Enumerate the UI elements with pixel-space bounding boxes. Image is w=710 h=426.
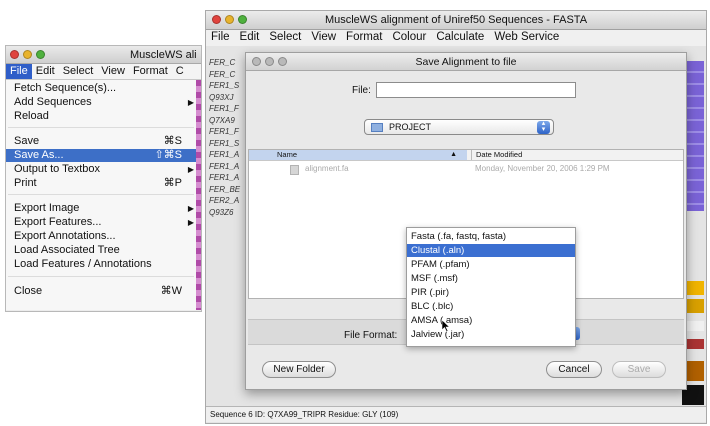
menu-select[interactable]: Select — [59, 64, 98, 79]
menu-file[interactable]: File — [6, 64, 32, 79]
sequence-id[interactable]: FER_C — [209, 57, 239, 69]
main-window-titlebar: MuscleWS alignment of Uniref50 Sequences… — [206, 11, 706, 30]
menu-separator — [8, 127, 194, 128]
menu-format[interactable]: Format — [341, 30, 387, 46]
menu-file[interactable]: File — [206, 30, 235, 46]
menu-item-output-to-textbox[interactable]: Output to Textbox ▶ — [14, 163, 196, 176]
menu-item-load-features-annotations[interactable]: Load Features / Annotations — [14, 258, 196, 271]
menu-edit[interactable]: Edit — [235, 30, 265, 46]
updown-arrows-icon: ▴▾ — [537, 120, 550, 134]
dialog-title: Save Alignment to file — [415, 56, 517, 68]
format-option-blc[interactable]: BLC (.blc) — [407, 300, 575, 313]
sequence-id[interactable]: FER1_S — [209, 138, 239, 150]
menu-view[interactable]: View — [306, 30, 341, 46]
menu-item-save-as[interactable]: Save As... ⇧⌘S — [6, 149, 196, 162]
column-header-date-modified[interactable]: Date Modified — [471, 150, 522, 160]
menu-item-add-sequences[interactable]: Add Sequences ▶ — [14, 96, 196, 109]
file-list-header: Name ▲ Date Modified — [249, 150, 683, 161]
format-option-fasta[interactable]: Fasta (.fa, fastq, fasta) — [407, 230, 575, 243]
menu-item-fetch-sequences[interactable]: Fetch Sequence(s)... — [14, 82, 196, 95]
menu-item-print[interactable]: Print ⌘P — [14, 177, 196, 190]
sequence-id[interactable]: FER1_F — [209, 126, 239, 138]
sequence-id[interactable]: Q93XJ — [209, 92, 239, 104]
sequence-id[interactable]: FER1_F — [209, 103, 239, 115]
left-menubar: File Edit Select View Format C — [6, 64, 201, 80]
submenu-arrow-icon: ▶ — [187, 165, 194, 174]
sort-arrow-icon: ▲ — [450, 151, 457, 158]
file-name-input[interactable] — [376, 82, 576, 98]
menu-colour-truncated[interactable]: C — [172, 64, 188, 79]
file-menu-dropdown: Fetch Sequence(s)... Add Sequences ▶ Relo… — [6, 80, 196, 310]
cancel-button[interactable]: Cancel — [546, 361, 602, 378]
file-format-options: Fasta (.fa, fastq, fasta) Clustal (.aln)… — [406, 227, 576, 347]
sequence-id-list: FER_C FER_C FER1_S Q93XJ FER1_F Q7XA9 FE… — [209, 57, 240, 219]
menu-item-load-associated-tree[interactable]: Load Associated Tree — [14, 244, 196, 257]
zoom-window-icon[interactable] — [36, 50, 45, 59]
alignment-color-strip — [196, 80, 201, 310]
dialog-titlebar: Save Alignment to file — [246, 53, 686, 71]
menu-item-export-image[interactable]: Export Image ▶ — [14, 202, 196, 215]
format-option-amsa[interactable]: AMSA (.amsa) — [407, 314, 575, 327]
sequence-id[interactable]: FER_C — [209, 69, 239, 81]
sequence-id[interactable]: FER1_S — [209, 80, 239, 92]
menu-select[interactable]: Select — [264, 30, 306, 46]
menu-calculate[interactable]: Calculate — [431, 30, 489, 46]
column-header-name[interactable]: Name ▲ — [249, 150, 467, 160]
menu-item-export-annotations[interactable]: Export Annotations... — [14, 230, 196, 243]
file-date: Monday, November 20, 2006 1:29 PM — [475, 164, 610, 173]
format-option-pfam[interactable]: PFAM (.pfam) — [407, 258, 575, 271]
sequence-id[interactable]: Q7XA9 — [209, 115, 239, 127]
sequence-id[interactable]: Q93Z6 — [209, 207, 239, 219]
close-window-icon[interactable] — [10, 50, 19, 59]
submenu-arrow-icon: ▶ — [187, 98, 194, 107]
menu-item-save[interactable]: Save ⌘S — [14, 135, 196, 148]
status-bar: Sequence 6 ID: Q7XA99_TRIPR Residue: GLY… — [206, 406, 706, 422]
new-folder-button[interactable]: New Folder — [262, 361, 336, 378]
menu-format[interactable]: Format — [129, 64, 172, 79]
minimize-window-icon[interactable] — [23, 50, 32, 59]
sequence-id[interactable]: FER1_A — [209, 149, 239, 161]
file-format-label: File Format: — [344, 330, 398, 341]
save-button[interactable]: Save — [612, 361, 666, 378]
main-menubar: File Edit Select View Format Colour Calc… — [206, 30, 706, 46]
directory-popup[interactable]: PROJECT ▴ ▾ — [364, 119, 554, 135]
menu-item-export-features[interactable]: Export Features... ▶ — [14, 216, 196, 229]
menu-item-close[interactable]: Close ⌘W — [14, 285, 196, 298]
menu-web-service[interactable]: Web Service — [489, 30, 564, 46]
sequence-id[interactable]: FER2_A — [209, 195, 239, 207]
window-controls — [10, 50, 45, 59]
file-row[interactable]: alignment.fa Monday, November 20, 2006 1… — [249, 164, 683, 176]
format-option-pir[interactable]: PIR (.pir) — [407, 286, 575, 299]
menu-edit[interactable]: Edit — [32, 64, 59, 79]
format-option-clustal[interactable]: Clustal (.aln) — [407, 244, 575, 257]
left-window-title: MuscleWS ali — [130, 49, 197, 61]
submenu-arrow-icon: ▶ — [187, 218, 194, 227]
sequence-id[interactable]: FER_BE — [209, 184, 240, 196]
main-window-title: MuscleWS alignment of Uniref50 Sequences… — [324, 14, 588, 26]
menu-separator — [8, 194, 194, 195]
menu-colour[interactable]: Colour — [387, 30, 431, 46]
left-window-titlebar: MuscleWS ali — [6, 46, 201, 64]
mouse-cursor-icon — [442, 320, 450, 332]
save-alignment-dialog: Save Alignment to file File: PROJECT ▴ ▾ … — [245, 52, 687, 390]
format-option-jalview[interactable]: Jalview (.jar) — [407, 328, 575, 341]
format-option-msf[interactable]: MSF (.msf) — [407, 272, 575, 285]
menu-separator — [8, 276, 194, 277]
sequence-id[interactable]: FER1_A — [209, 161, 239, 173]
menu-view[interactable]: View — [97, 64, 129, 79]
submenu-arrow-icon: ▶ — [187, 204, 194, 213]
sequence-id[interactable]: FER1_A — [209, 172, 239, 184]
folder-icon — [371, 123, 383, 132]
file-name-label: File: — [352, 85, 371, 96]
menu-item-reload[interactable]: Reload — [14, 110, 196, 123]
left-window: MuscleWS ali File Edit Select View Forma… — [5, 45, 202, 312]
document-icon — [290, 165, 299, 175]
directory-name: PROJECT — [389, 122, 432, 132]
file-name: alignment.fa — [305, 164, 349, 173]
